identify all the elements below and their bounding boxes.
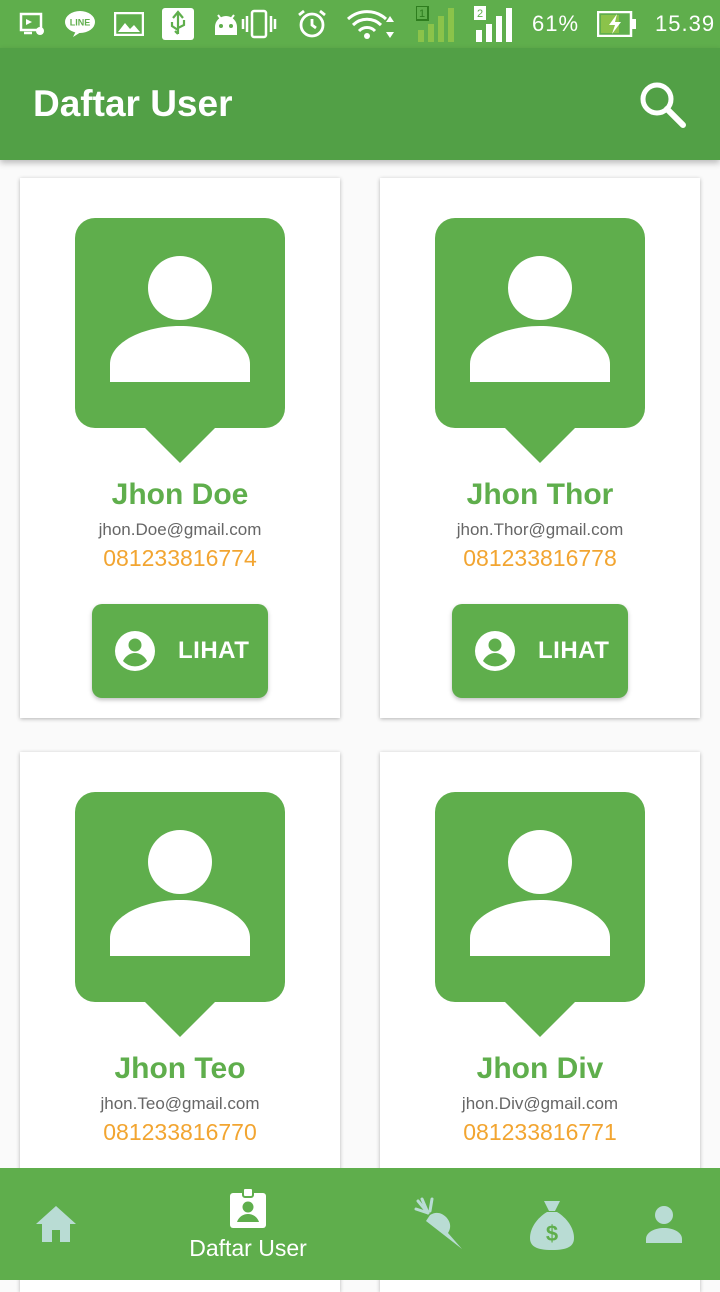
wifi-icon	[346, 8, 398, 40]
user-phone: 081233816770	[103, 1119, 257, 1145]
user-phone: 081233816771	[463, 1119, 617, 1145]
cast-icon	[18, 11, 46, 37]
app-bar: Daftar User	[0, 48, 720, 160]
nav-item-profile[interactable]	[636, 1168, 692, 1280]
user-email: jhon.Doe@gmail.com	[98, 520, 262, 539]
user-card: Jhon Doe jhon.Doe@gmail.com 081233816774…	[20, 178, 340, 718]
nav-item-carrot[interactable]	[412, 1168, 468, 1280]
svg-text:1: 1	[419, 8, 425, 20]
view-user-button-label: LIHAT	[538, 637, 610, 664]
search-button[interactable]	[634, 76, 690, 132]
user-avatar-icon	[435, 792, 645, 1037]
view-user-button-label: LIHAT	[178, 637, 250, 664]
svg-text:$: $	[546, 1221, 558, 1246]
user-name: Jhon Div	[476, 1052, 604, 1085]
svg-text:2: 2	[477, 8, 483, 20]
status-time: 15.39	[655, 11, 716, 36]
money-bag-icon: $	[530, 1201, 574, 1250]
user-grid: Jhon Doe jhon.Doe@gmail.com 081233816774…	[20, 178, 700, 1292]
user-phone: 081233816778	[463, 545, 617, 571]
account-circle-icon	[475, 631, 515, 671]
nav-item-money[interactable]: $	[524, 1168, 580, 1280]
status-bar-right: 1 2 61% 15.39	[240, 6, 715, 42]
user-email: jhon.Thor@gmail.com	[456, 520, 624, 539]
user-avatar-icon	[75, 792, 285, 1037]
badge-icon	[230, 1186, 266, 1228]
alarm-icon	[296, 8, 328, 40]
user-card: Jhon Thor jhon.Thor@gmail.com 0812338167…	[380, 178, 700, 718]
battery-charging-icon	[597, 11, 637, 37]
status-bar: LINE 1 2 61% 15.39	[0, 0, 720, 48]
signal-sim2-icon: 2	[474, 6, 514, 42]
line-app-icon: LINE	[64, 10, 96, 38]
user-avatar-icon	[75, 218, 285, 463]
image-icon	[114, 12, 144, 36]
user-avatar-icon	[435, 218, 645, 463]
view-user-button[interactable]: LIHAT	[452, 604, 628, 698]
person-icon	[646, 1206, 682, 1243]
bottom-nav: Daftar User $	[0, 1168, 720, 1280]
search-icon	[640, 82, 686, 128]
account-circle-icon	[115, 631, 155, 671]
view-user-button[interactable]: LIHAT	[92, 604, 268, 698]
user-email: jhon.Teo@gmail.com	[100, 1094, 260, 1113]
carrot-icon	[414, 1197, 462, 1249]
user-email: jhon.Div@gmail.com	[461, 1094, 619, 1113]
vibrate-icon	[240, 9, 278, 39]
svg-text:LINE: LINE	[70, 18, 91, 28]
user-name: Jhon Thor	[466, 478, 614, 511]
user-name: Jhon Teo	[114, 1052, 246, 1085]
android-icon	[212, 11, 240, 37]
user-name: Jhon Doe	[111, 478, 249, 511]
nav-label-daftar-user: Daftar User	[189, 1234, 307, 1261]
signal-sim1-icon: 1	[416, 6, 456, 42]
user-phone: 081233816774	[103, 545, 257, 571]
nav-item-daftar-user[interactable]: Daftar User	[168, 1168, 328, 1280]
status-bar-left: LINE	[18, 8, 240, 40]
page-title: Daftar User	[33, 83, 233, 124]
nav-item-home[interactable]	[20, 1168, 92, 1280]
battery-percent: 61%	[532, 11, 580, 36]
usb-icon	[162, 8, 194, 40]
home-icon	[36, 1206, 76, 1242]
